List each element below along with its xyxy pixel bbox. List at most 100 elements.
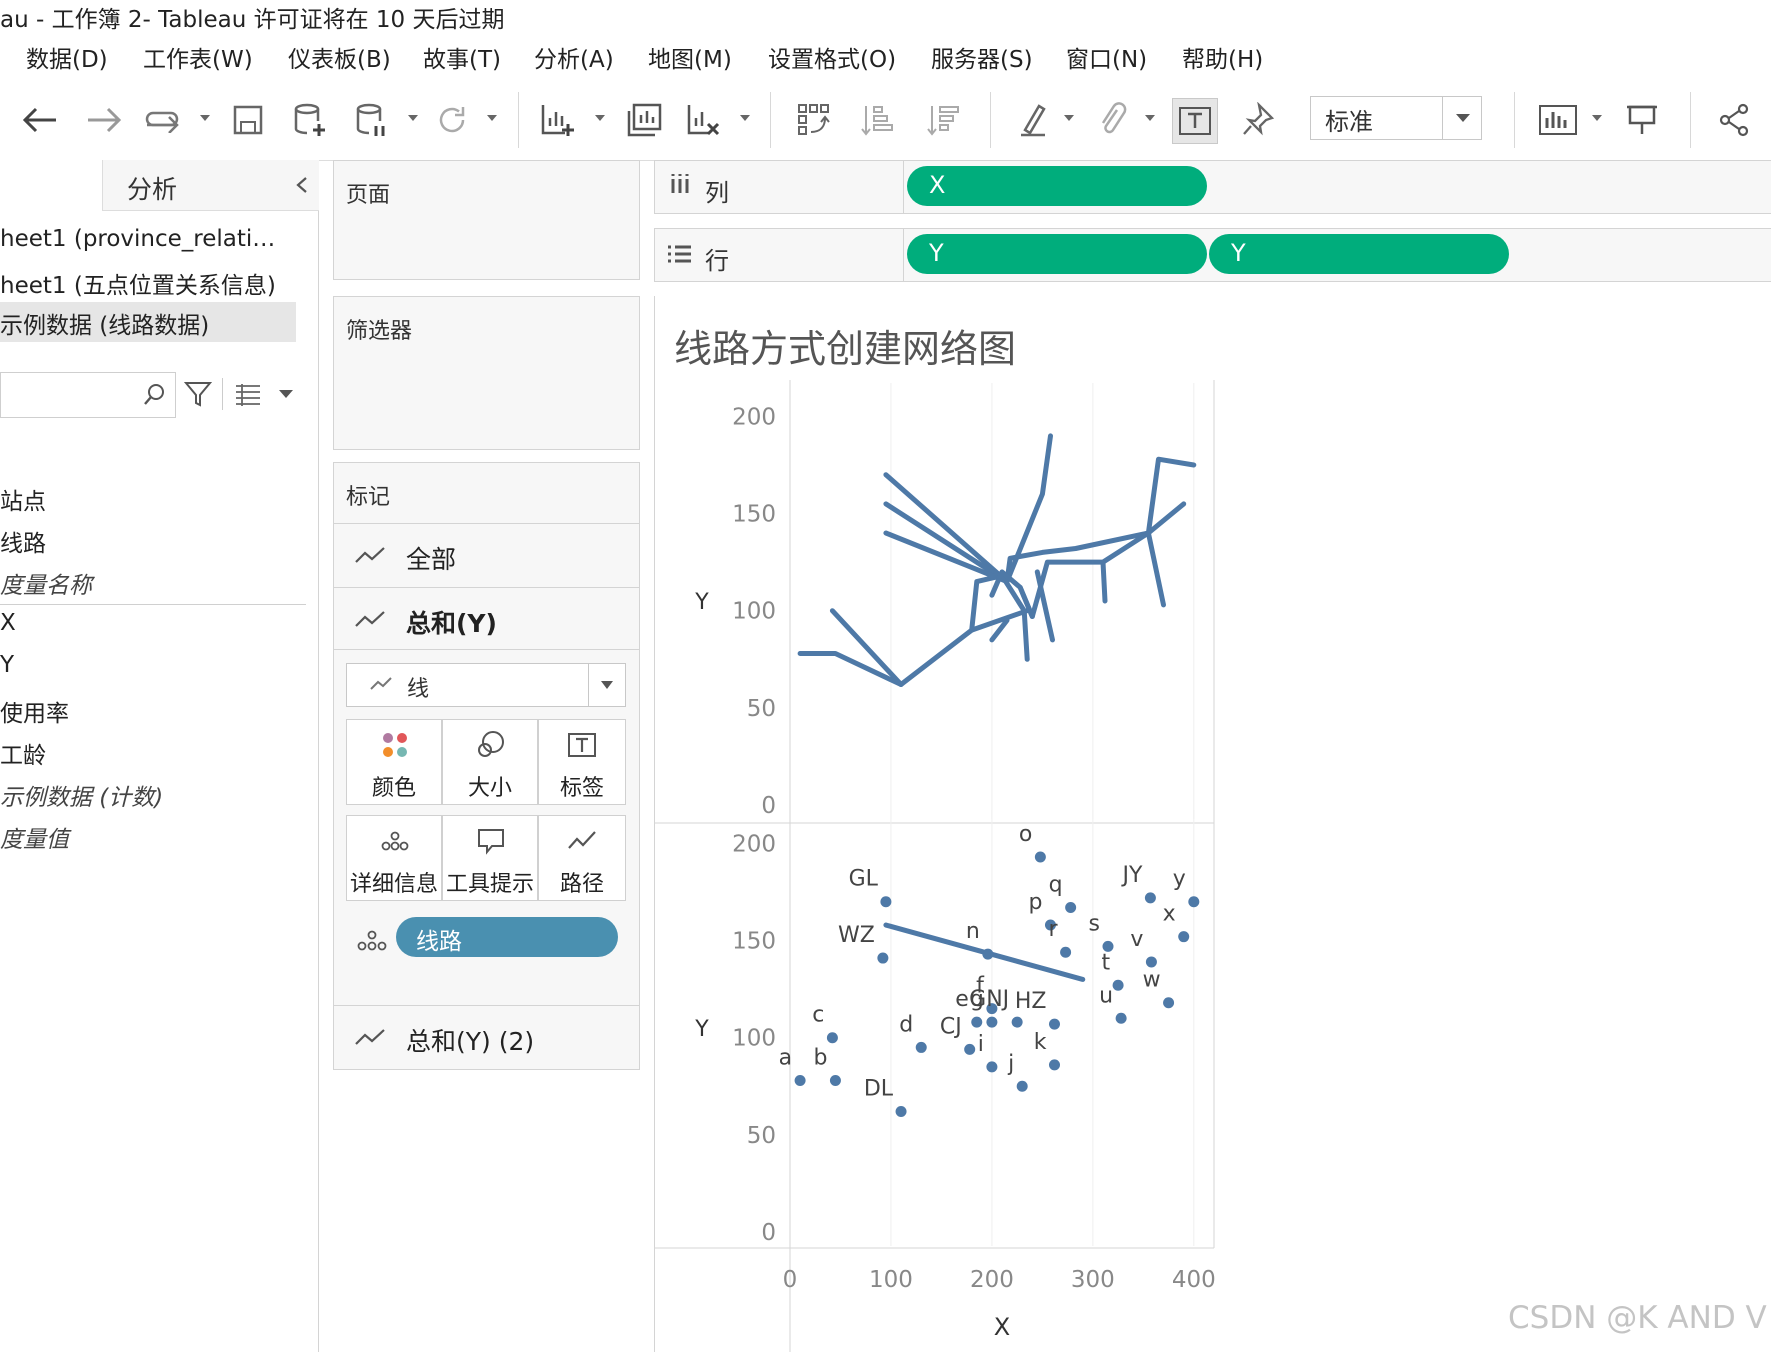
station-point [1145, 956, 1157, 968]
route-line [883, 456, 1197, 585]
menu-window[interactable]: 窗口(N) [1066, 40, 1147, 74]
marks-tab-sum-y[interactable]: 总和(Y) [334, 587, 639, 650]
menu-dashboard[interactable]: 仪表板(B) [288, 40, 391, 74]
color-button[interactable]: 颜色 [346, 719, 442, 805]
datasource-item[interactable]: heet1 (province_relati… [0, 226, 275, 252]
presentation-icon[interactable] [1620, 98, 1664, 142]
station-point [1034, 851, 1046, 863]
path-button[interactable]: 路径 [538, 815, 626, 901]
detail-button[interactable]: 详细信息 [346, 815, 442, 901]
datasource-dropdown-icon[interactable] [408, 115, 418, 121]
menu-data[interactable]: 数据(D) [26, 40, 108, 74]
label-button[interactable]: 标签 [538, 719, 626, 805]
list-view-icon[interactable] [234, 382, 262, 406]
station-point [880, 896, 892, 908]
size-label: 大小 [467, 776, 512, 801]
mark-type-select[interactable]: 线 [346, 663, 626, 707]
refresh-icon[interactable] [430, 98, 474, 142]
dimension-field[interactable]: 度量名称 [0, 566, 92, 600]
measure-field[interactable]: 示例数据 (计数) [0, 778, 163, 812]
back-arrow-icon[interactable] [18, 98, 62, 142]
filters-card[interactable]: 筛选器 [333, 296, 640, 450]
x-tick-label: 400 [1172, 1267, 1216, 1293]
chevron-down-icon[interactable] [278, 388, 294, 400]
measure-field[interactable]: X [0, 610, 16, 636]
marks-card: 标记 全部 总和(Y) 线 颜色 大小 标签 详细信息 工具提示 路径 线路 总… [333, 462, 640, 1070]
menu-analysis[interactable]: 分析(A) [534, 40, 614, 74]
highlight-pen-icon[interactable] [1012, 98, 1056, 142]
sort-descending-icon[interactable] [922, 98, 966, 142]
highlight-dropdown-icon[interactable] [1064, 115, 1074, 121]
route-line [1145, 530, 1166, 608]
clear-sheet-dropdown-icon[interactable] [740, 115, 750, 121]
station-label: CJ [940, 1014, 962, 1039]
search-icon [144, 384, 164, 405]
menu-format[interactable]: 设置格式(O) [768, 40, 896, 74]
menu-map[interactable]: 地图(M) [648, 40, 732, 74]
share-icon[interactable] [1712, 98, 1756, 142]
new-worksheet-dropdown-icon[interactable] [595, 115, 605, 121]
y-tick-label: 100 [732, 1026, 776, 1052]
station-label: GL [849, 867, 879, 892]
size-button[interactable]: 大小 [442, 719, 538, 805]
x-tick-label: 300 [1071, 1267, 1115, 1293]
station-label: w [1143, 968, 1161, 993]
rows-pill-y-2[interactable]: Y [1209, 234, 1509, 274]
field-search-input[interactable] [0, 372, 176, 418]
show-labels-icon[interactable] [1172, 98, 1218, 144]
pill-label: Y [1231, 239, 1246, 267]
new-datasource-icon[interactable] [288, 98, 332, 142]
group-paperclip-icon[interactable] [1090, 98, 1134, 142]
group-dropdown-icon[interactable] [1145, 115, 1155, 121]
datasource-item[interactable]: heet1 (五点位置关系信息) [0, 266, 276, 300]
menu-server[interactable]: 服务器(S) [931, 40, 1033, 74]
refresh-dropdown-icon[interactable] [487, 115, 497, 121]
y-axis-label: Y [694, 1017, 709, 1042]
datasource-item-selected[interactable]: 示例数据 (线路数据) [0, 306, 209, 340]
redo-icon[interactable] [142, 98, 186, 142]
menu-help[interactable]: 帮助(H) [1182, 40, 1263, 74]
measure-field[interactable]: Y [0, 652, 14, 678]
sort-ascending-icon[interactable] [856, 98, 900, 142]
forward-arrow-icon[interactable] [82, 98, 126, 142]
menu-story[interactable]: 故事(T) [423, 40, 501, 74]
chevron-down-icon[interactable] [1442, 97, 1481, 139]
tooltip-button[interactable]: 工具提示 [442, 815, 538, 901]
save-icon[interactable] [226, 98, 270, 142]
divider [222, 378, 223, 410]
pin-icon[interactable] [1236, 98, 1280, 142]
new-worksheet-icon[interactable] [536, 98, 580, 142]
columns-shelf[interactable]: 列 X [654, 160, 1771, 214]
collapse-chevron-icon[interactable] [295, 176, 309, 194]
tab-analysis[interactable]: 分析 [102, 160, 319, 211]
rows-shelf[interactable]: 行 Y Y [654, 228, 1771, 282]
line-mark-icon [370, 677, 392, 690]
detail-pill-route[interactable]: 线路 [396, 917, 618, 957]
swap-rows-columns-icon[interactable] [792, 98, 836, 142]
pause-datasource-icon[interactable] [350, 98, 394, 142]
show-me-icon[interactable] [1536, 98, 1580, 142]
measure-field[interactable]: 工龄 [0, 736, 46, 770]
dimension-field[interactable]: 线路 [0, 524, 46, 558]
y-axis-label: Y [694, 590, 709, 615]
pages-card[interactable]: 页面 [333, 160, 640, 280]
chevron-down-icon[interactable] [588, 664, 625, 706]
fit-select[interactable]: 标准 [1310, 96, 1482, 140]
measure-field[interactable]: 使用率 [0, 694, 69, 728]
dimension-field[interactable]: 站点 [0, 482, 46, 516]
filter-icon[interactable] [184, 380, 212, 408]
measure-field[interactable]: 度量值 [0, 820, 69, 854]
clear-sheet-icon[interactable] [682, 98, 726, 142]
duplicate-sheet-icon[interactable] [622, 98, 666, 142]
rows-pill-y[interactable]: Y [907, 234, 1207, 274]
rows-icon [668, 245, 691, 263]
columns-pill-x[interactable]: X [907, 166, 1207, 206]
redo-dropdown-icon[interactable] [200, 115, 210, 121]
marks-tab-sum-y-2[interactable]: 总和(Y) (2) [334, 1005, 639, 1068]
marks-tab-all[interactable]: 全部 [334, 523, 639, 586]
x-axis-label: X [994, 1313, 1010, 1341]
data-pane: heet1 (province_relati… heet1 (五点位置关系信息)… [0, 160, 319, 1352]
menu-worksheet[interactable]: 工作表(W) [143, 40, 253, 74]
y-tick-label: 0 [761, 793, 776, 819]
show-me-dropdown-icon[interactable] [1592, 115, 1602, 121]
